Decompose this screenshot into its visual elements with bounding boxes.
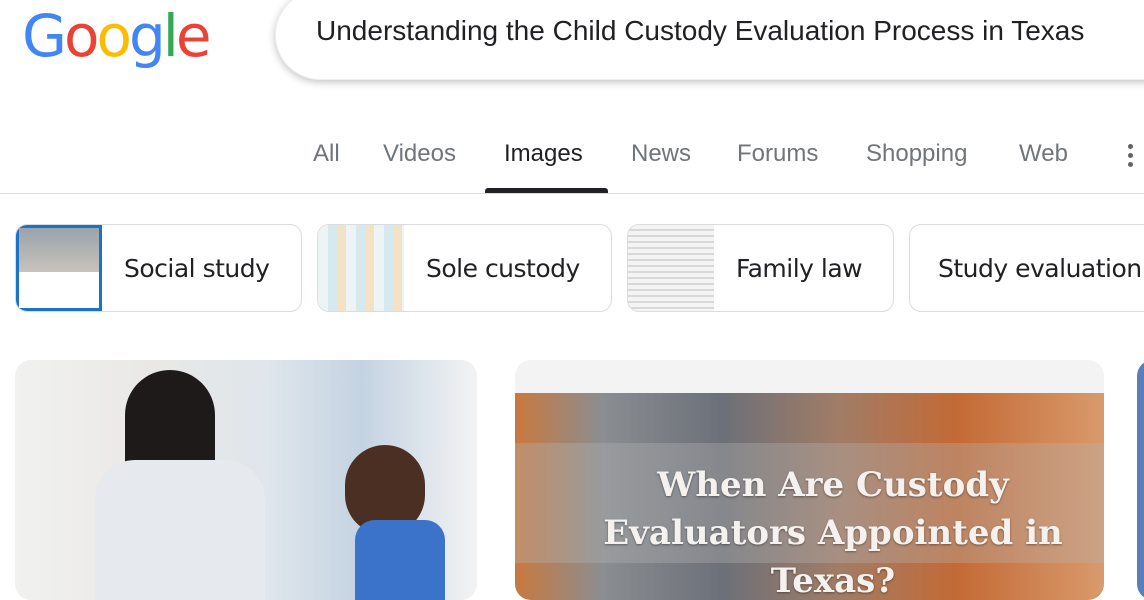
tab-images[interactable]: Images [504,140,583,168]
chip-label: Sole custody [426,253,580,283]
result-image-caption: When Are Custody Evaluators Appointed in… [603,465,1063,600]
tab-all[interactable]: All [313,140,340,168]
chip-label: Social study [124,253,270,283]
chip-thumbnail [318,225,404,311]
result-image: When Are Custody Evaluators Appointed in… [515,393,1104,600]
chip-study-evaluation[interactable]: Study evaluation [909,224,1144,312]
tab-web[interactable]: Web [1019,140,1068,168]
logo-letter: l [162,2,179,70]
chip-thumbnail [16,225,102,311]
search-box [275,0,1144,80]
active-tab-indicator [485,188,608,193]
tab-videos[interactable]: Videos [383,140,456,168]
image-result[interactable] [1137,360,1144,600]
image-result[interactable] [15,360,477,600]
logo-letter: g [128,2,166,70]
chip-label: Study evaluation [938,253,1142,283]
tab-forums[interactable]: Forums [737,140,818,168]
chip-social-study[interactable]: Social study [15,224,302,312]
logo-letter: o [63,2,99,70]
more-vert-icon[interactable] [1128,144,1134,171]
result-image [15,360,477,600]
chip-sole-custody[interactable]: Sole custody [317,224,612,312]
tab-shopping[interactable]: Shopping [866,140,967,168]
logo-letter: o [96,2,131,70]
image-result[interactable]: When Are Custody Evaluators Appointed in… [515,360,1104,600]
logo-letter: G [22,2,67,70]
chip-family-law[interactable]: Family law [627,224,894,312]
search-input[interactable] [316,15,1144,47]
logo-letter: e [175,2,212,70]
chip-label: Family law [736,253,863,283]
tab-news[interactable]: News [631,140,691,168]
search-tabs: All Videos Images News Forums Shopping W… [0,138,1144,194]
google-logo[interactable]: Google [22,2,212,70]
chip-thumbnail [628,225,714,311]
